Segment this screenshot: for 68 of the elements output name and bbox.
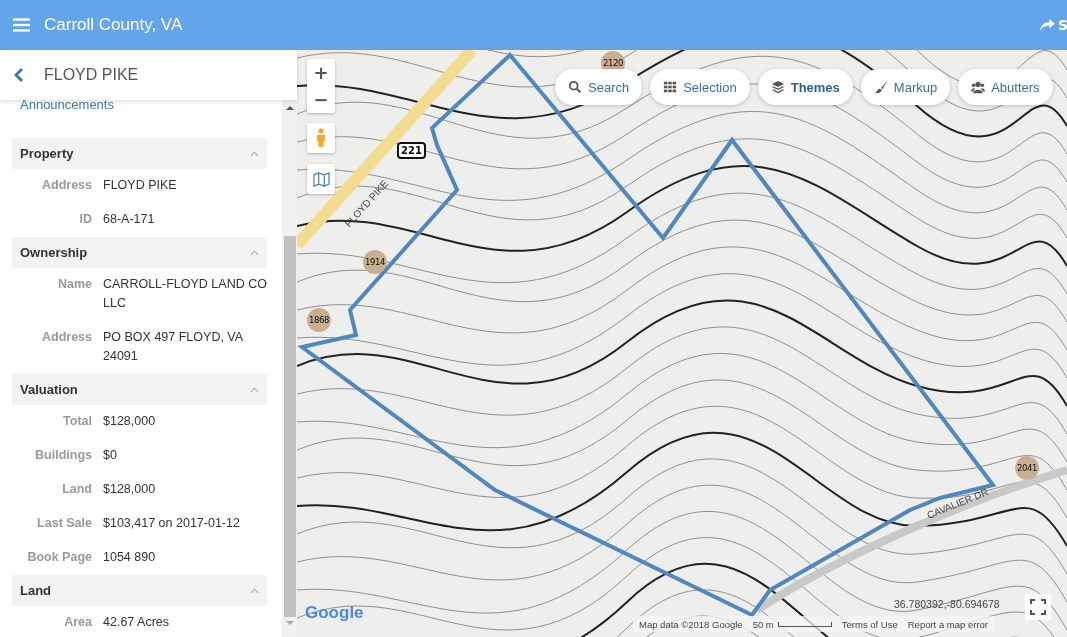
scale-bar: [777, 621, 832, 627]
toolbar-button[interactable]: Search: [555, 69, 643, 105]
scrollbar[interactable]: [282, 100, 297, 637]
report-link[interactable]: Report a map error: [907, 618, 988, 630]
section-title: Valuation: [20, 382, 78, 397]
map-icon: [312, 171, 330, 187]
chevron-up-icon: [250, 587, 259, 594]
field-value: $0: [103, 447, 118, 464]
fullscreen-button[interactable]: [1025, 594, 1051, 620]
section-header[interactable]: Land: [12, 575, 267, 606]
field-label: Buildings: [34, 447, 92, 464]
zoom-out-button[interactable]: −: [307, 86, 335, 113]
section-header[interactable]: Valuation: [12, 374, 267, 405]
field-label: Area: [63, 614, 92, 631]
field-label: Address: [40, 329, 92, 346]
field-label: Last Sale: [36, 515, 92, 532]
chevron-up-icon: [250, 386, 259, 393]
panel-title: FLOYD PIKE: [44, 66, 139, 84]
section-header[interactable]: Ownership: [12, 237, 267, 268]
field-value: $103,417 on 2017-01-12: [103, 515, 241, 532]
attribution-text: Map data ©2018 Google: [639, 618, 743, 630]
coordinates-label: 36.780392,-80.694678: [894, 598, 1000, 610]
field-value: $128,000: [103, 413, 157, 430]
field-value: PO BOX 497 FLOYD, VA 24091: [103, 329, 244, 365]
section-title: Ownership: [20, 245, 88, 260]
toolbar-button[interactable]: Selection: [650, 69, 750, 105]
field-value: 68-A-171: [103, 211, 156, 228]
chevron-up-icon: [250, 249, 259, 256]
person-icon: [316, 128, 326, 148]
field-label: Land: [61, 481, 92, 498]
field-value: CARROLL-FLOYD LAND CO LLC: [103, 276, 267, 312]
section-title: Land: [20, 583, 52, 598]
terms-link[interactable]: Terms of Use: [841, 618, 898, 630]
elevation-marker: 1868: [307, 308, 331, 332]
zoom-in-button[interactable]: +: [307, 59, 335, 86]
map-type-button[interactable]: [307, 164, 335, 194]
brush-icon: [873, 80, 888, 94]
share-icon: [1040, 18, 1055, 32]
layers-icon: [770, 80, 785, 94]
users-icon: [971, 80, 986, 94]
field-value: FLOYD PIKE: [103, 177, 178, 194]
fullscreen-icon: [1030, 599, 1046, 615]
street-view-button[interactable]: [307, 123, 335, 153]
toolbar-button[interactable]: Markup: [860, 69, 951, 105]
back-icon[interactable]: [14, 67, 24, 83]
section-title: Property: [20, 146, 74, 161]
toolbar-button[interactable]: Themes: [757, 69, 853, 105]
field-value: 1054 890: [103, 549, 157, 566]
search-icon: [568, 80, 582, 94]
field-label: Book Page: [26, 549, 92, 566]
field-label: ID: [78, 211, 92, 228]
elevation-marker: 1914: [363, 250, 387, 274]
announcements-link[interactable]: Announcements: [20, 97, 114, 112]
menu-icon[interactable]: [13, 18, 30, 32]
elevation-marker: 2041: [1015, 456, 1039, 480]
field-value: $128,000: [103, 481, 157, 498]
field-label: Total: [62, 413, 92, 430]
app-title: Carroll County, VA: [44, 15, 183, 35]
route-shield: 221: [397, 142, 426, 159]
toolbar-button[interactable]: Abutters: [958, 69, 1053, 105]
grid-icon: [663, 80, 678, 94]
field-label: Name: [56, 276, 92, 293]
scale-label: 50 m: [752, 618, 774, 630]
field-value: 42.67 Acres: [103, 614, 170, 631]
chevron-up-icon: [250, 150, 259, 157]
google-logo: Google: [305, 603, 364, 623]
field-label: Address: [40, 177, 92, 194]
section-header[interactable]: Property: [12, 138, 267, 169]
